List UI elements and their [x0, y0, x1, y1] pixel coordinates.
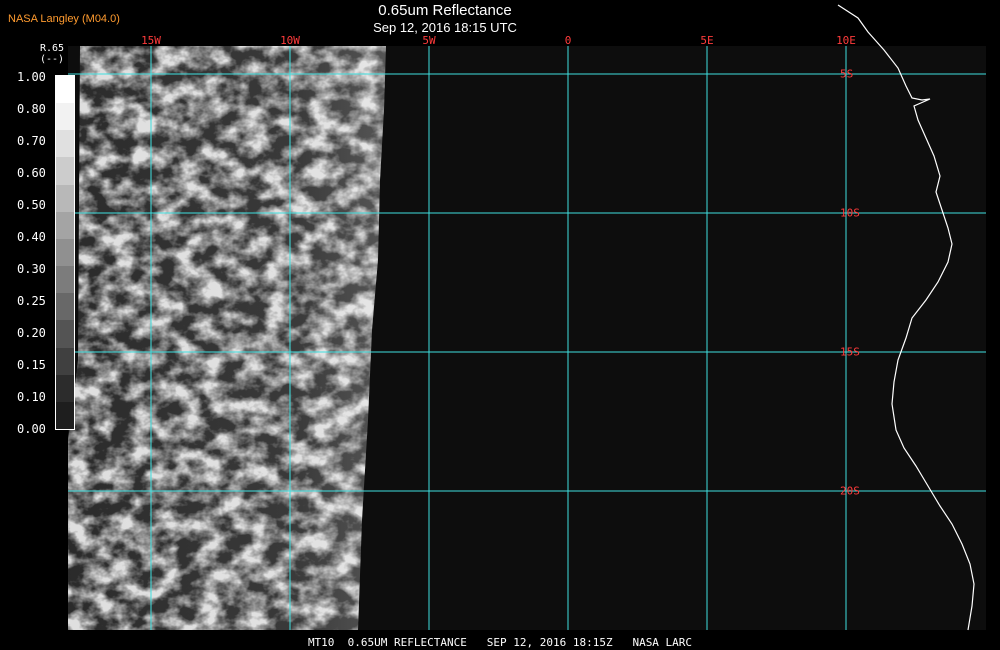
legend-swatch-1 — [56, 103, 74, 131]
latitude-label-0: 5S — [840, 67, 854, 81]
legend-swatch-6 — [56, 238, 74, 267]
longitude-label-4: 5E — [700, 34, 714, 47]
latitude-label-1: 10S — [840, 206, 860, 220]
legend-tick-2: 0.70 — [17, 134, 46, 148]
legend-tick-10: 0.10 — [17, 390, 46, 404]
legend-swatch-4 — [56, 184, 74, 212]
legend-swatch-9 — [56, 320, 74, 348]
cloud-swath — [68, 46, 386, 630]
legend-tick-7: 0.25 — [17, 294, 46, 308]
legend-swatch-0 — [56, 76, 74, 104]
legend-tick-5: 0.40 — [17, 230, 46, 244]
legend-tick-4: 0.50 — [17, 198, 46, 212]
legend-swatch-3 — [56, 157, 74, 185]
legend-title: R.65 — [39, 43, 65, 54]
satellite-map[interactable] — [0, 0, 1000, 650]
longitude-label-0: 15W — [141, 34, 161, 47]
map-timestamp: Sep 12, 2016 18:15 UTC — [373, 20, 517, 35]
legend-tick-6: 0.30 — [17, 262, 46, 276]
longitude-label-5: 10E — [836, 34, 856, 47]
legend-swatch-7 — [56, 266, 74, 294]
legend-tick-1: 0.80 — [17, 102, 46, 116]
legend-swatch-11 — [56, 374, 74, 402]
longitude-label-1: 10W — [280, 34, 300, 47]
legend-tick-0: 1.00 — [17, 70, 46, 84]
legend-unit: (--) — [39, 54, 65, 65]
longitude-label-3: 0 — [564, 34, 572, 47]
legend-swatch-12 — [56, 401, 74, 430]
legend-tick-9: 0.15 — [17, 358, 46, 372]
map-title: 0.65um Reflectance — [378, 2, 512, 19]
legend-colorbar — [55, 75, 75, 430]
legend-swatch-2 — [56, 130, 74, 158]
legend-swatch-5 — [56, 211, 74, 239]
legend-swatch-10 — [56, 347, 74, 375]
legend-swatch-8 — [56, 293, 74, 321]
legend-tick-3: 0.60 — [17, 166, 46, 180]
footer-caption: MT10 0.65UM REFLECTANCE SEP 12, 2016 18:… — [307, 636, 693, 649]
latitude-label-2: 15S — [840, 345, 860, 359]
legend-tick-8: 0.20 — [17, 326, 46, 340]
longitude-label-2: 5W — [422, 34, 436, 47]
legend-tick-11: 0.00 — [17, 422, 46, 436]
latitude-label-3: 20S — [840, 484, 860, 498]
